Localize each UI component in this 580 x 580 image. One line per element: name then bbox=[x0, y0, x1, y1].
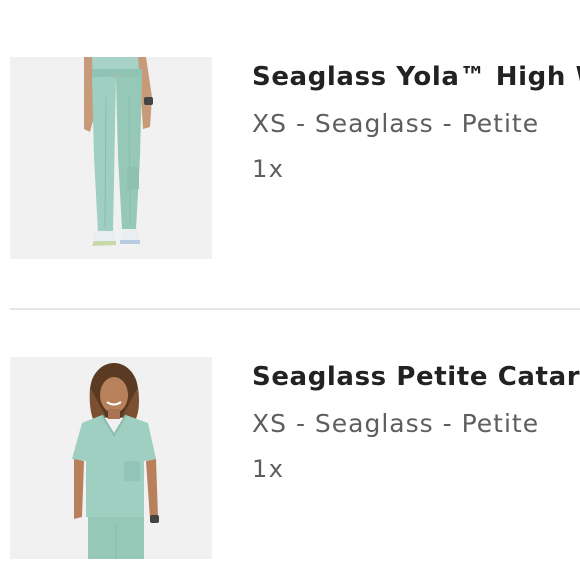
cart-item-title[interactable]: Seaglass Petite Catarina One-Pocket Scru… bbox=[252, 362, 580, 392]
scrub-pants-product-image[interactable] bbox=[10, 57, 212, 259]
cart-item-variant: XS - Seaglass - Petite bbox=[252, 409, 540, 438]
cart-item-details: Seaglass Yola™ High Waisted Scrub Pants … bbox=[252, 57, 580, 259]
cart-item-details: Seaglass Petite Catarina One-Pocket Scru… bbox=[252, 357, 580, 559]
scrub-top-illustration bbox=[10, 357, 212, 559]
scrub-top-product-image[interactable] bbox=[10, 357, 212, 559]
cart-item-quantity: 1x bbox=[252, 155, 285, 183]
cart-item: Seaglass Yola™ High Waisted Scrub Pants … bbox=[0, 57, 580, 259]
cart-items-list: Seaglass Yola™ High Waisted Scrub Pants … bbox=[0, 0, 580, 580]
cart-item: Seaglass Petite Catarina One-Pocket Scru… bbox=[0, 357, 580, 559]
cart-item-variant: XS - Seaglass - Petite bbox=[252, 109, 540, 138]
cart-item-title[interactable]: Seaglass Yola™ High Waisted Scrub Pants bbox=[252, 62, 580, 92]
scrub-pants-illustration bbox=[10, 57, 212, 259]
item-divider bbox=[10, 308, 580, 310]
cart-item-quantity: 1x bbox=[252, 455, 285, 483]
